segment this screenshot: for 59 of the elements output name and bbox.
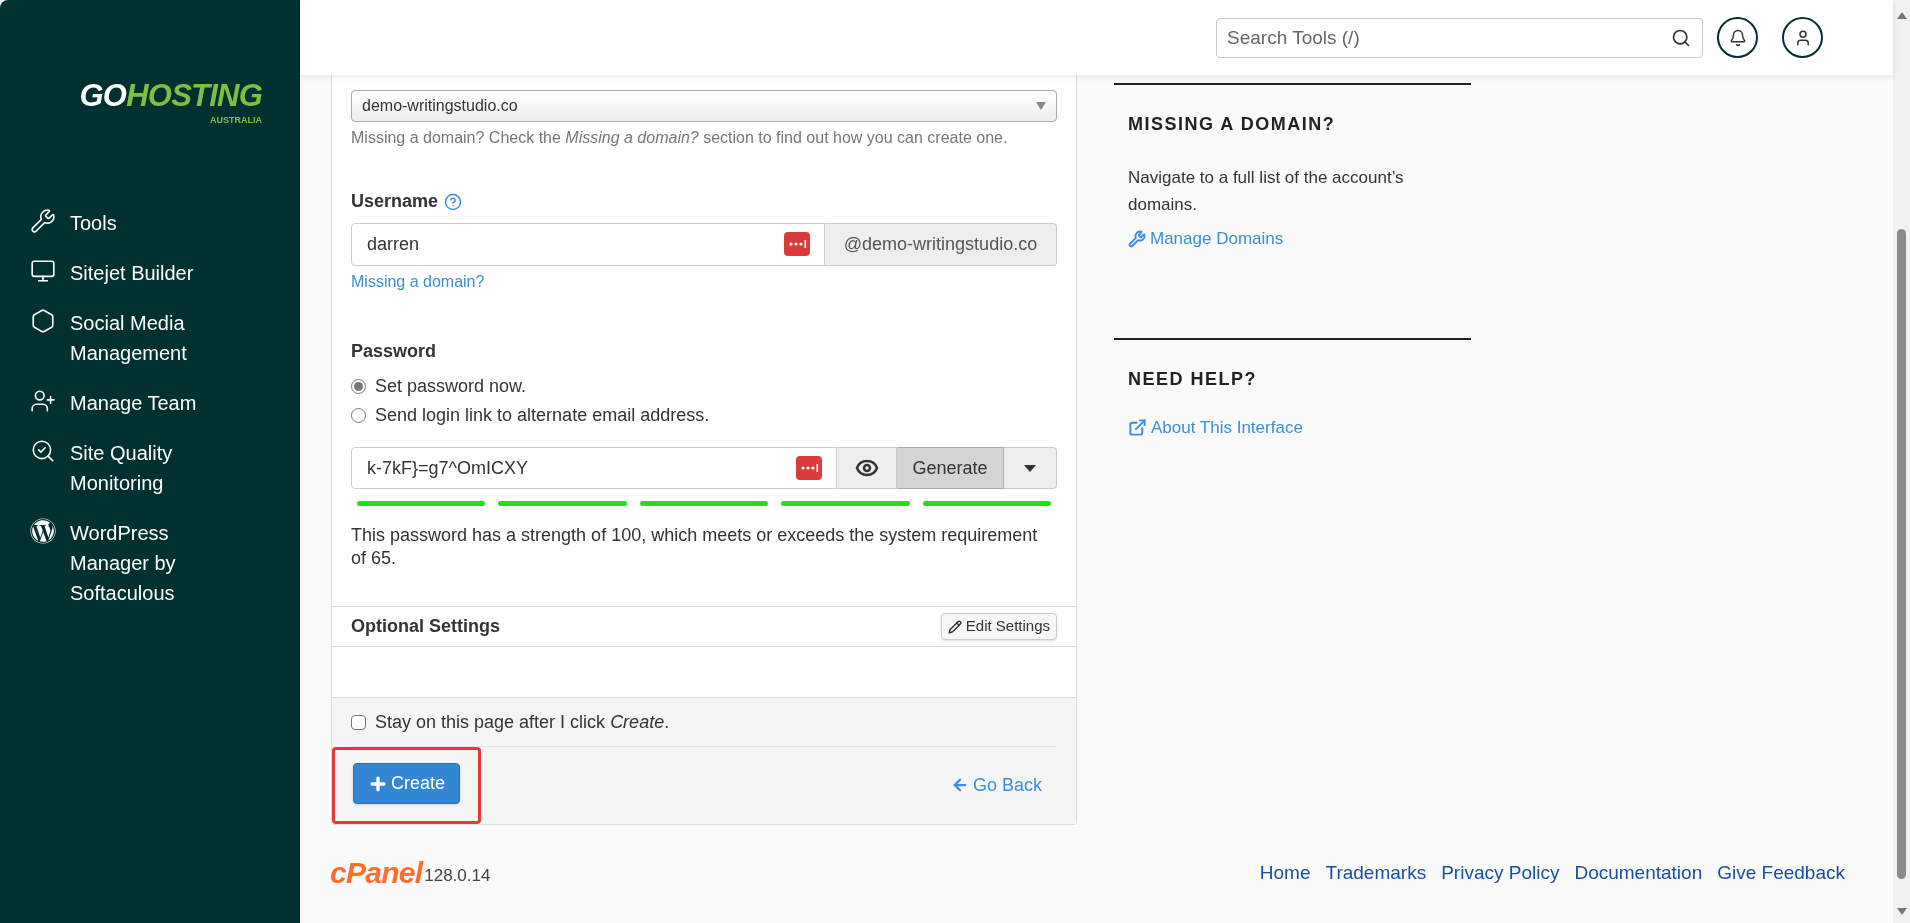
checkbox[interactable] <box>351 714 366 730</box>
username-field[interactable]: darren <box>351 223 825 266</box>
section-title: Optional Settings <box>351 615 500 638</box>
sidebar-item[interactable]: Social Media Management <box>30 307 240 368</box>
sidebar-item[interactable]: Manage Team <box>30 387 240 418</box>
caret-icon <box>1036 102 1046 110</box>
domain-suffix: @demo-writingstudio.co <box>825 223 1057 266</box>
footer-link[interactable]: Privacy Policy <box>1441 858 1560 888</box>
help-icon[interactable] <box>444 192 463 211</box>
radio-label: Set password now. <box>375 375 527 398</box>
footer-link[interactable]: Home <box>1259 858 1311 888</box>
sidebar-item[interactable]: WordPress Manager by Softaculous <box>30 517 240 608</box>
user-plus-icon <box>30 387 56 414</box>
wrench-icon <box>1128 229 1146 248</box>
monitor-icon <box>30 257 56 284</box>
footer-link[interactable]: Trademarks <box>1325 858 1427 888</box>
show-password-button[interactable] <box>837 447 897 489</box>
radio-label: Send login link to alternate email address. <box>375 404 710 427</box>
caret-icon <box>1024 464 1036 472</box>
help-text: Missing a domain? Check the Missing a domain? section to find out how you can create one. <box>351 128 1009 148</box>
footer-link[interactable]: Documentation <box>1574 858 1703 888</box>
generate-button[interactable]: Generate <box>897 447 1004 489</box>
search-field[interactable]: Search Tools (/) <box>1216 17 1703 58</box>
missing-domain-link[interactable]: Missing a domain? <box>351 270 1057 294</box>
notifications-button[interactable] <box>1717 17 1758 58</box>
sidebar-item[interactable]: Tools <box>30 207 240 238</box>
hexagon-icon <box>30 307 56 334</box>
strength-message: This password has a strength of 100, which meets or exceeds the system requirement of 65. <box>351 524 1039 570</box>
field-label: Password <box>351 340 438 363</box>
scroll-up-icon[interactable] <box>1896 12 1907 19</box>
brand-logo[interactable]: GOHOSTING <box>79 80 262 111</box>
panel-text: Navigate to a full list of the account’s domains. <box>1128 167 1405 216</box>
edit-settings-button[interactable]: Edit Settings <box>940 613 1057 640</box>
panel-title: MISSING A DOMAIN? <box>1128 113 1337 136</box>
sidebar-item[interactable]: Site Quality Monitoring <box>30 437 240 498</box>
brand-tagline: AUSTRALIA <box>210 114 262 127</box>
scrollbar[interactable] <box>1893 0 1910 923</box>
account-button[interactable] <box>1782 17 1823 58</box>
tools-icon <box>30 207 56 234</box>
radio-button[interactable] <box>351 408 366 423</box>
sidebar-item[interactable]: Sitejet Builder <box>30 257 240 288</box>
scrollbar-thumb[interactable] <box>1897 229 1906 879</box>
scroll-down-icon[interactable] <box>1896 908 1907 915</box>
search-icon <box>1671 27 1691 48</box>
external-link-icon <box>1128 418 1147 438</box>
password-manager-icon[interactable] <box>796 456 822 480</box>
password-field[interactable]: k-7kF}=g7^OmICXY <box>351 447 837 489</box>
domain-select[interactable]: demo-writingstudio.co <box>351 90 1057 122</box>
checkbox-label: Stay on this page after I click Create. <box>375 710 670 734</box>
password-manager-icon[interactable] <box>784 232 810 256</box>
radio-button[interactable] <box>351 379 366 394</box>
pencil-icon <box>947 619 962 634</box>
bell-icon <box>1728 28 1747 47</box>
create-button[interactable]: Create <box>353 763 461 804</box>
panel-title: NEED HELP? <box>1128 368 1258 391</box>
field-label: Username <box>351 190 439 213</box>
footer-link[interactable]: Give Feedback <box>1717 858 1845 888</box>
wordpress-icon <box>30 517 56 544</box>
version-text: 128.0.14 <box>424 864 491 887</box>
